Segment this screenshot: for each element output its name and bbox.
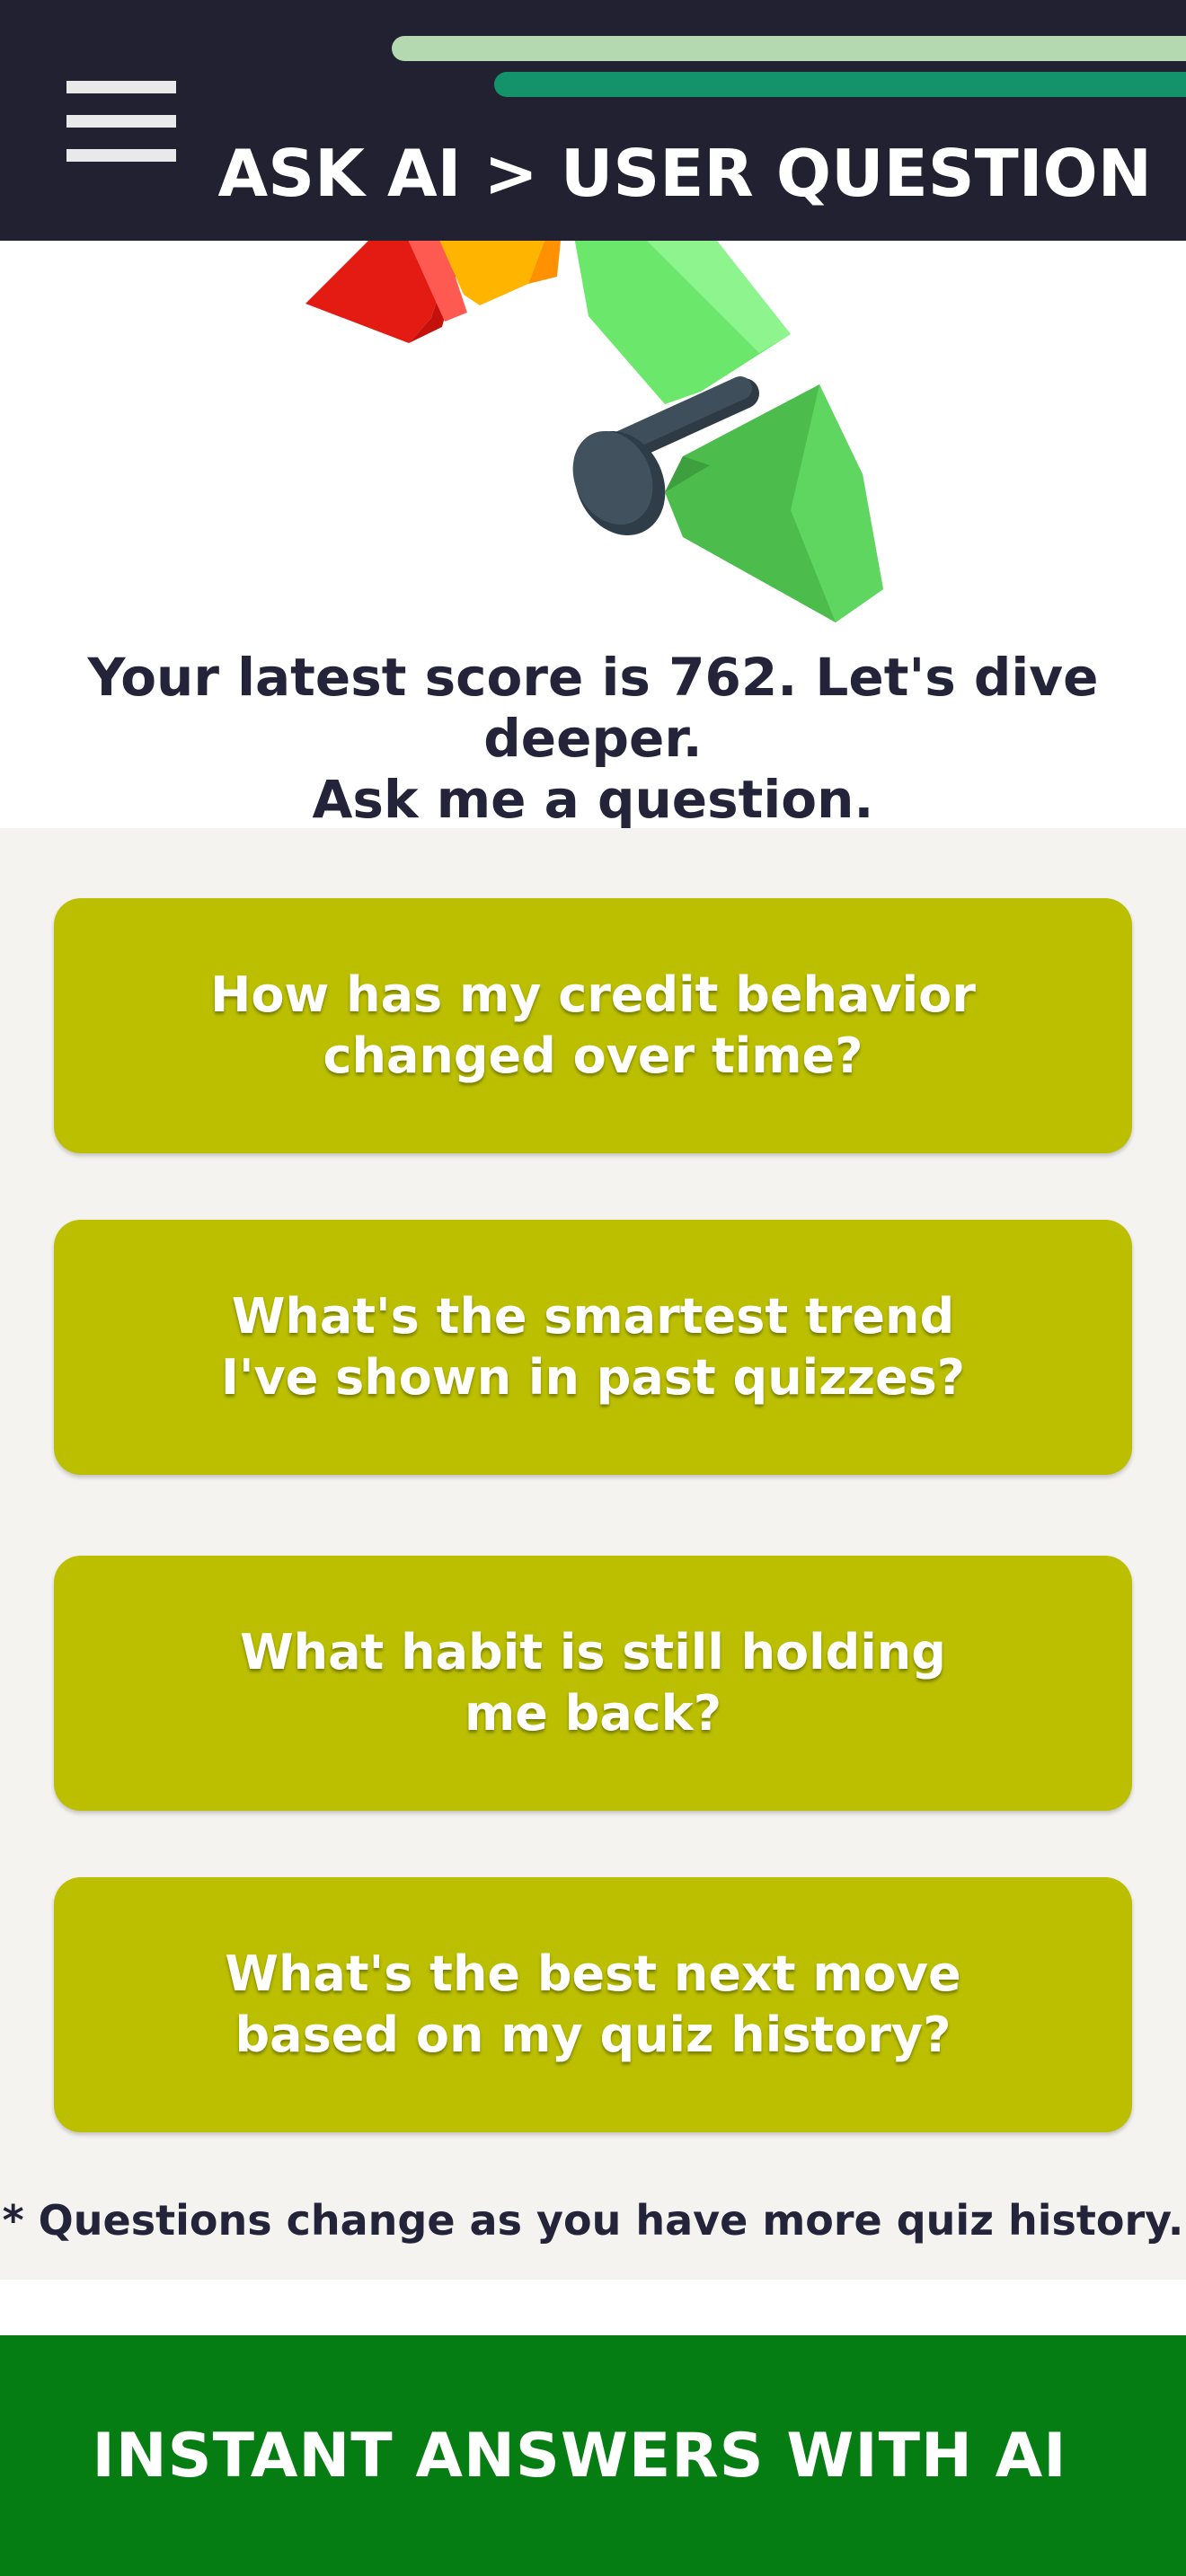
question-button-next-move[interactable]: What's the best next move based on my qu…	[54, 1877, 1132, 2132]
app-header: ASK AI > USER QUESTION	[0, 0, 1186, 241]
question-button-label: What habit is still holding me back?	[240, 1624, 946, 1742]
suggested-questions-panel: How has my credit behavior changed over …	[0, 828, 1186, 2280]
page-title: ASK AI > USER QUESTION	[217, 136, 1153, 211]
question-button-label: What's the best next move based on my qu…	[225, 1945, 961, 2063]
credit-score-gauge-icon	[305, 241, 883, 622]
question-button-label: What's the smartest trend I've shown in …	[220, 1288, 966, 1406]
question-button-holding-habit[interactable]: What habit is still holding me back?	[54, 1556, 1132, 1811]
intro-line-score: Your latest score is 762. Let's dive dee…	[87, 647, 1099, 769]
instant-answers-label: INSTANT ANSWERS WITH AI	[92, 2420, 1067, 2492]
questions-footnote: * Questions change as you have more quiz…	[2, 2196, 1184, 2245]
question-button-smartest-trend[interactable]: What's the smartest trend I've shown in …	[54, 1220, 1132, 1475]
question-button-credit-behavior[interactable]: How has my credit behavior changed over …	[54, 898, 1132, 1153]
intro-line-prompt: Ask me a question.	[312, 769, 874, 830]
hamburger-menu-icon[interactable]	[54, 70, 189, 178]
instant-answers-button[interactable]: INSTANT ANSWERS WITH AI	[0, 2335, 1186, 2576]
intro-message: Your latest score is 762. Let's dive dee…	[0, 647, 1186, 830]
header-accent-stripe-light	[392, 36, 1186, 61]
header-accent-stripe-dark	[494, 72, 1186, 97]
question-button-label: How has my credit behavior changed over …	[210, 966, 976, 1084]
